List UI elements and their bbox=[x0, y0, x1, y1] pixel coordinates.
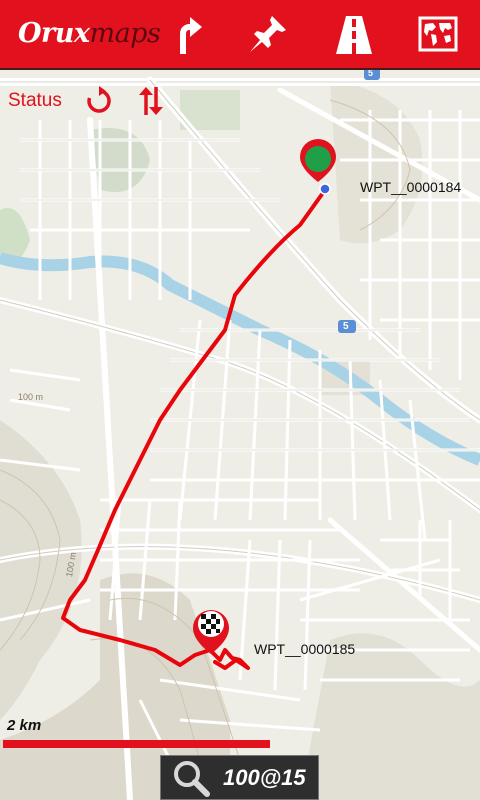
app-logo: Oruxmaps bbox=[18, 14, 161, 54]
pushpin-icon bbox=[250, 16, 286, 52]
swap-arrows-icon bbox=[139, 87, 163, 115]
zoom-level-text: 100@15 bbox=[223, 765, 306, 790]
swap-button[interactable] bbox=[134, 84, 168, 118]
waypoint-pin-button[interactable] bbox=[244, 10, 292, 58]
logo-part-2: maps bbox=[89, 18, 161, 49]
world-map-icon bbox=[418, 16, 458, 52]
magnifier-icon bbox=[174, 761, 210, 797]
contour-label-1: 100 m bbox=[18, 392, 44, 402]
road-mode-button[interactable] bbox=[330, 10, 378, 58]
refresh-icon bbox=[87, 86, 111, 113]
maps-button[interactable] bbox=[414, 10, 462, 58]
status-label[interactable]: Status bbox=[8, 90, 62, 112]
turn-direction-button[interactable] bbox=[162, 10, 210, 58]
scale-label: 2 km bbox=[7, 717, 42, 734]
waypoint-label-start: WPT__0000184 bbox=[360, 179, 462, 195]
scale-bar bbox=[3, 740, 270, 748]
road-icon bbox=[336, 16, 372, 54]
turn-arrow-icon bbox=[180, 17, 202, 54]
top-toolbar: Oruxmaps bbox=[0, 0, 480, 68]
route-shield-1-label: 5 bbox=[368, 70, 374, 78]
waypoint-label-finish: WPT__0000185 bbox=[254, 641, 356, 657]
zoom-control[interactable]: 100@15 bbox=[160, 755, 319, 800]
reload-button[interactable] bbox=[82, 84, 116, 118]
logo-part-1: Orux bbox=[18, 18, 90, 49]
route-shield-2-label: 5 bbox=[343, 321, 349, 332]
